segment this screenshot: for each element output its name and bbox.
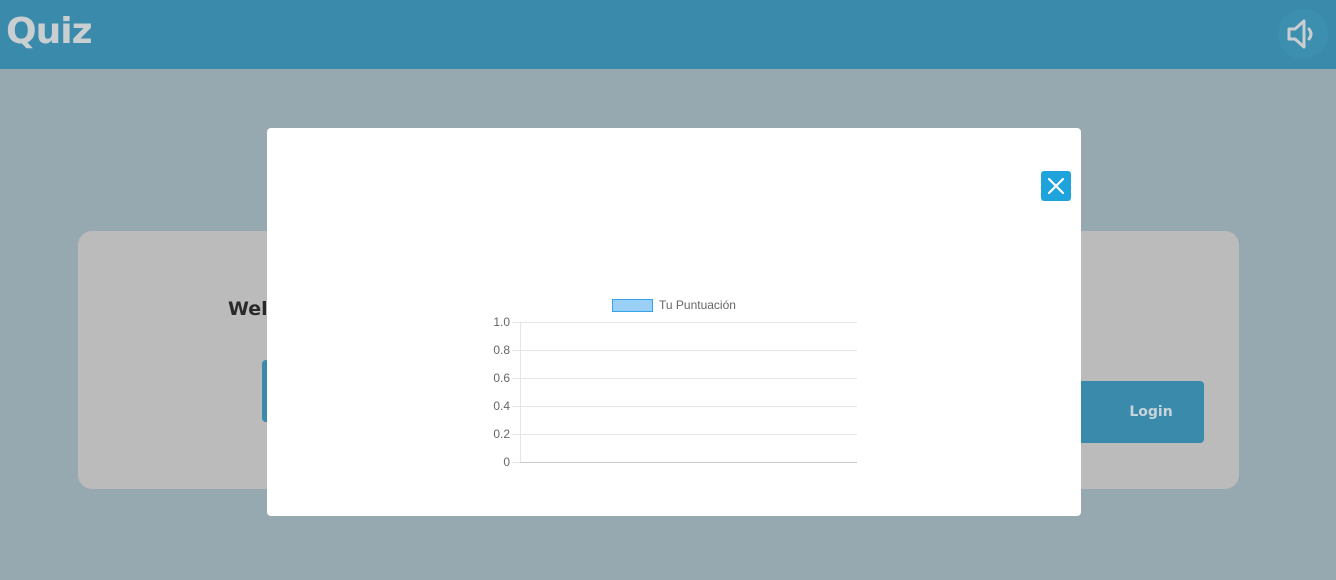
legend-swatch bbox=[612, 299, 653, 312]
close-button[interactable] bbox=[1041, 171, 1071, 201]
y-tick-label: 1.0 bbox=[493, 315, 510, 329]
y-tick-label: 0.8 bbox=[493, 343, 510, 357]
y-tick-label: 0.4 bbox=[493, 399, 510, 413]
score-chart: Tu Puntuación 0 0.2 0.4 0.6 0.8 1.0 bbox=[493, 298, 857, 469]
y-tick-label: 0.2 bbox=[493, 427, 510, 441]
chart-legend: Tu Puntuación bbox=[612, 298, 736, 312]
top-header: Quiz bbox=[0, 0, 1336, 69]
legend-label: Tu Puntuación bbox=[659, 298, 736, 312]
sound-toggle-button[interactable] bbox=[1278, 9, 1328, 59]
chart-grid bbox=[512, 322, 857, 463]
close-icon bbox=[1047, 177, 1065, 195]
y-tick-label: 0.6 bbox=[493, 371, 510, 385]
welcome-text: Wel bbox=[228, 298, 268, 320]
app-title: Quiz bbox=[6, 11, 93, 52]
score-modal: Tu Puntuación 0 0.2 0.4 0.6 0.8 1.0 bbox=[267, 128, 1081, 516]
y-axis-ticks: 0 0.2 0.4 0.6 0.8 1.0 bbox=[493, 315, 510, 469]
speaker-icon bbox=[1287, 19, 1313, 49]
y-tick-label: 0 bbox=[503, 455, 510, 469]
